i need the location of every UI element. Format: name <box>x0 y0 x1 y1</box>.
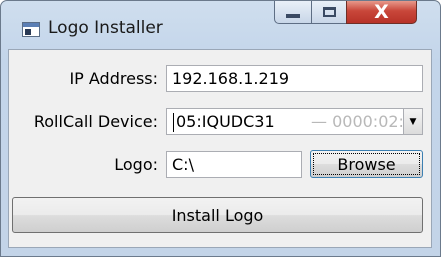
rollcall-device-label: RollCall Device: <box>33 112 158 131</box>
rollcall-device-select[interactable]: 05:IQUDC31 — 0000:02:0 ▼ <box>166 108 423 135</box>
device-value: 05:IQUDC31 <box>176 112 275 131</box>
maximize-button[interactable] <box>311 1 347 24</box>
install-logo-button[interactable]: Install Logo <box>12 197 423 233</box>
ip-address-label: IP Address: <box>69 69 158 88</box>
form-panel: IP Address: 192.168.1.219 RollCall Devic… <box>8 49 432 248</box>
minimize-icon <box>286 14 300 18</box>
device-secondary-value: — 0000:02:0 <box>311 112 415 131</box>
ip-address-input[interactable]: 192.168.1.219 <box>166 65 423 92</box>
minimize-button[interactable] <box>274 1 312 24</box>
close-icon: X <box>374 0 389 23</box>
logo-path-input[interactable]: C:\ <box>166 151 302 178</box>
browse-button[interactable]: Browse <box>310 150 423 178</box>
logo-label: Logo: <box>114 155 158 174</box>
title-bar[interactable]: Logo Installer X <box>1 1 440 49</box>
dropdown-arrow-button[interactable]: ▼ <box>403 109 422 134</box>
close-button[interactable]: X <box>346 1 417 24</box>
chevron-down-icon: ▼ <box>409 116 417 127</box>
window-title: Logo Installer <box>48 18 163 38</box>
maximize-icon <box>322 7 336 17</box>
text-caret <box>173 113 174 132</box>
installer-window: Logo Installer X IP Address: 192.168.1.2… <box>0 0 441 257</box>
app-window-icon[interactable] <box>22 22 40 37</box>
